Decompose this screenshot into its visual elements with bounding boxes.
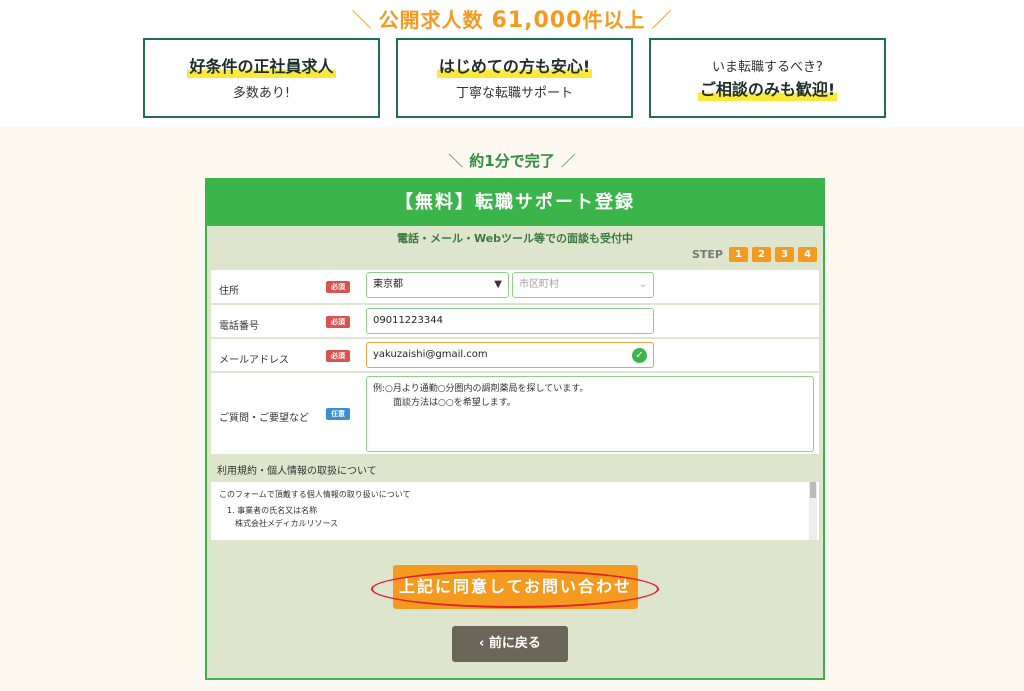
email-row: メールアドレス 必須 yakuzaishi@gmail.com ✓ <box>211 339 819 372</box>
completion-text: 約1分で完了 <box>469 152 555 170</box>
back-button[interactable]: ‹ 前に戻る <box>452 626 568 662</box>
email-value: yakuzaishi@gmail.com <box>373 349 488 360</box>
terms-line: 1. 事業者の氏名又は名称 <box>227 506 318 515</box>
questions-text-line: 例:○月より通勤○分圏内の調剤薬局を探しています。 <box>373 384 589 394</box>
feature-pre-text: いま転職するべき? <box>712 59 823 75</box>
required-badge: 必須 <box>326 350 350 362</box>
phone-value: 09011223344 <box>373 315 443 326</box>
address-row: 住所 必須 東京都 ▼ 市区町村 ⌄ <box>211 270 819 304</box>
headline-prefix: 公開求人数 <box>378 8 492 32</box>
questions-text-line: 面談方法は○○を希望します。 <box>393 398 516 408</box>
feature-card-consult: いま転職するべき? ご相談のみも歓迎! <box>649 38 886 118</box>
feature-card-jobs: 好条件の正社員求人 多数あり! <box>143 38 380 118</box>
checkmark-icon: ✓ <box>632 348 647 363</box>
slash-left: ＼ <box>351 8 373 32</box>
registration-form: 【無料】転職サポート登録 電話・メール・Webツール等での面談も受付中 STEP… <box>205 178 825 680</box>
prefecture-value: 東京都 <box>373 279 403 290</box>
feature-sub-text: 丁寧な転職サポート <box>455 85 573 101</box>
terms-line: このフォームで頂戴する個人情報の取り扱いについて <box>219 490 411 499</box>
scrollbar[interactable] <box>809 482 817 540</box>
questions-label: ご質問・ご要望など <box>219 413 309 424</box>
feature-sub-text: 多数あり! <box>232 85 291 101</box>
email-label: メールアドレス <box>219 355 289 366</box>
red-annotation-ellipse <box>371 570 659 608</box>
phone-label: 電話番号 <box>219 321 259 332</box>
terms-line: 株式会社メディカルリソース <box>235 519 339 528</box>
step-2: 2 <box>752 247 771 262</box>
phone-input[interactable]: 09011223344 <box>366 308 654 334</box>
step-1: 1 <box>729 247 748 262</box>
optional-badge: 任意 <box>326 408 350 420</box>
slash-right: ／ <box>651 8 673 32</box>
feature-main-text: はじめての方も安心! <box>436 55 593 78</box>
slash-right: ／ <box>560 152 576 170</box>
feature-card-beginner: はじめての方も安心! 丁寧な転職サポート <box>396 38 633 118</box>
city-placeholder: 市区町村 <box>519 279 559 290</box>
questions-textarea[interactable]: 例:○月より通勤○分圏内の調剤薬局を探しています。 面談方法は○○を希望します。 <box>366 376 814 452</box>
chevron-down-icon: ▼ <box>494 279 502 290</box>
terms-title: 利用規約・個人情報の取扱について <box>217 466 377 477</box>
form-note: 電話・メール・Webツール等での面談も受付中 <box>396 232 634 245</box>
step-3: 3 <box>775 247 794 262</box>
scrollbar-thumb[interactable] <box>810 482 816 498</box>
address-label: 住所 <box>219 286 239 297</box>
headline-number: 61,000 <box>491 8 583 33</box>
required-badge: 必須 <box>326 281 350 293</box>
headline-suffix: 件以上 <box>582 8 646 32</box>
questions-row: ご質問・ご要望など 任意 例:○月より通勤○分圏内の調剤薬局を探しています。 面… <box>211 373 819 455</box>
email-input[interactable]: yakuzaishi@gmail.com ✓ <box>366 342 654 368</box>
chevron-down-icon: ⌄ <box>638 279 647 290</box>
prefecture-select[interactable]: 東京都 ▼ <box>366 272 509 298</box>
slash-left: ＼ <box>448 152 464 170</box>
feature-main-text: ご相談のみも歓迎! <box>697 78 838 101</box>
terms-scroll-box[interactable]: このフォームで頂戴する個人情報の取り扱いについて 1. 事業者の氏名又は名称 株… <box>211 482 819 540</box>
job-count-headline: ＼ 公開求人数 61,000件以上／ <box>0 4 1024 33</box>
form-title: 【無料】転職サポート登録 <box>207 180 823 226</box>
step-indicator: STEP 1 2 3 4 <box>692 247 817 262</box>
feature-main-text: 好条件の正社員求人 <box>187 55 336 78</box>
required-badge: 必須 <box>326 316 350 328</box>
phone-row: 電話番号 必須 09011223344 <box>211 305 819 338</box>
completion-time-label: ＼ 約1分で完了 ／ <box>0 150 1024 171</box>
step-label: STEP <box>691 248 723 261</box>
city-select[interactable]: 市区町村 ⌄ <box>512 272 654 298</box>
step-4: 4 <box>798 247 817 262</box>
